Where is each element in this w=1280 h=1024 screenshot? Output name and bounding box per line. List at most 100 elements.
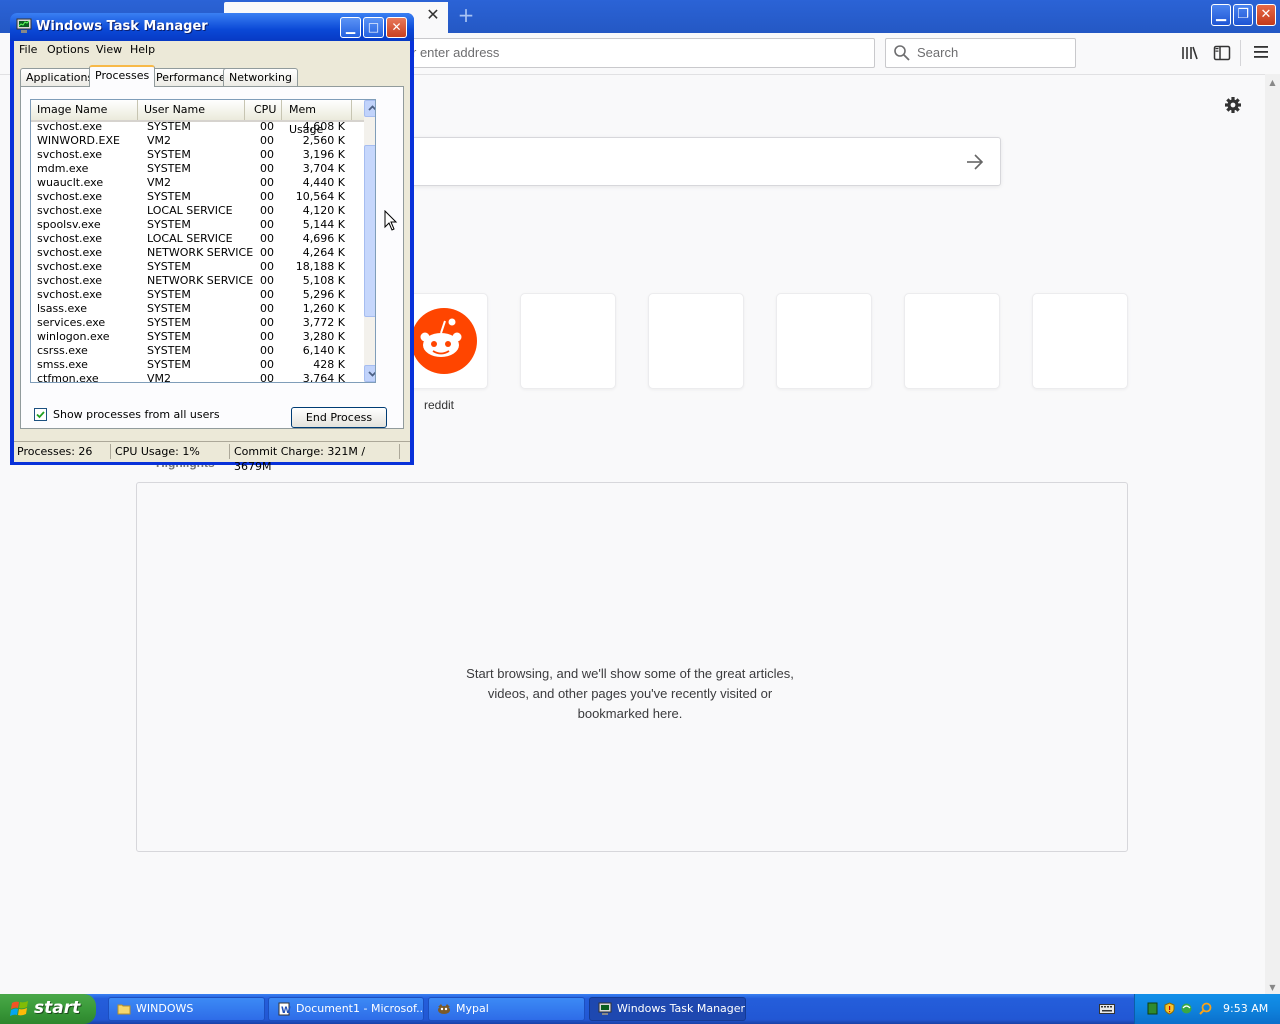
- taskbar-item-mypal[interactable]: Mypal: [428, 997, 585, 1021]
- table-row[interactable]: svchost.exe NETWORK SERVICE 00 4,264 K: [31, 246, 364, 260]
- column-user-name[interactable]: User Name: [138, 100, 245, 120]
- browser-minimize-button[interactable]: ▁: [1211, 4, 1231, 26]
- start-label[interactable]: start: [34, 998, 80, 1018]
- top-site-empty[interactable]: [648, 293, 744, 389]
- hamburger-menu-icon[interactable]: [1253, 44, 1269, 60]
- tray-app-icon[interactable]: [1146, 1002, 1159, 1015]
- menu-options[interactable]: Options: [47, 43, 89, 56]
- end-process-button[interactable]: End Process: [291, 407, 387, 428]
- taskbar-item-task-manager[interactable]: Windows Task Manager: [589, 997, 746, 1021]
- process-cpu: 00: [260, 274, 274, 287]
- table-row[interactable]: mdm.exe SYSTEM 00 3,704 K: [31, 162, 364, 176]
- process-name: svchost.exe: [37, 288, 103, 301]
- gear-icon[interactable]: [1222, 94, 1244, 116]
- tab-performance[interactable]: Performance: [150, 68, 232, 86]
- show-all-users-checkbox[interactable]: [34, 408, 47, 421]
- top-site-empty[interactable]: [776, 293, 872, 389]
- table-row[interactable]: svchost.exe NETWORK SERVICE 00 5,108 K: [31, 274, 364, 288]
- process-user: LOCAL SERVICE: [147, 232, 233, 245]
- minimize-button[interactable]: ▁: [340, 17, 361, 38]
- status-commit-charge: Commit Charge: 321M / 3679M: [230, 444, 400, 473]
- process-user: NETWORK SERVICE: [147, 274, 254, 287]
- process-mem: 4,264 K: [302, 246, 345, 259]
- menu-view[interactable]: View: [96, 43, 122, 56]
- taskbar-item-label: WINDOWS: [136, 1002, 194, 1015]
- table-row[interactable]: smss.exe SYSTEM 00 428 K: [31, 358, 364, 372]
- taskbar-item-document1[interactable]: W Document1 - Microsof...: [268, 997, 424, 1021]
- highlights-empty-message: Start browsing, and we'll show some of t…: [440, 664, 820, 724]
- top-site-empty[interactable]: [1032, 293, 1128, 389]
- process-name: svchost.exe: [37, 148, 103, 161]
- process-name: spoolsv.exe: [37, 218, 101, 231]
- taskbar-item-windows[interactable]: WINDOWS: [108, 997, 265, 1021]
- scroll-up-icon[interactable]: ▲: [1268, 78, 1277, 87]
- page-scrollbar[interactable]: [1265, 74, 1280, 996]
- arrow-right-icon[interactable]: [964, 151, 986, 173]
- library-icon[interactable]: [1181, 44, 1199, 62]
- process-list-scrollbar[interactable]: [364, 100, 375, 382]
- top-site-label[interactable]: reddit: [424, 398, 454, 412]
- security-shield-icon[interactable]: [1163, 1002, 1176, 1015]
- column-image-name[interactable]: Image Name: [31, 100, 138, 120]
- table-row[interactable]: lsass.exe SYSTEM 00 1,260 K: [31, 302, 364, 316]
- search-tray-icon[interactable]: [1199, 1002, 1212, 1015]
- scrollbar-thumb[interactable]: [364, 145, 375, 317]
- table-row[interactable]: svchost.exe LOCAL SERVICE 00 4,120 K: [31, 204, 364, 218]
- scroll-down-icon[interactable]: ▼: [1268, 983, 1277, 992]
- toolbar-separator: [1240, 40, 1241, 66]
- network-icon[interactable]: [1180, 1002, 1193, 1015]
- table-row[interactable]: svchost.exe SYSTEM 00 18,188 K: [31, 260, 364, 274]
- show-all-users-label[interactable]: Show processes from all users: [53, 408, 220, 421]
- tab-applications[interactable]: Applications: [20, 68, 100, 86]
- tab-processes[interactable]: Processes: [89, 65, 156, 87]
- process-cpu: 00: [260, 260, 274, 273]
- table-row[interactable]: wuauclt.exe VM2 00 4,440 K: [31, 176, 364, 190]
- table-row[interactable]: svchost.exe SYSTEM 00 5,296 K: [31, 288, 364, 302]
- search-placeholder: Search: [917, 45, 959, 60]
- table-row[interactable]: winlogon.exe SYSTEM 00 3,280 K: [31, 330, 364, 344]
- process-name: svchost.exe: [37, 274, 103, 287]
- top-site-empty[interactable]: [904, 293, 1000, 389]
- browser-restore-button[interactable]: ❐: [1233, 4, 1253, 26]
- column-cpu[interactable]: CPU: [245, 100, 282, 120]
- table-row[interactable]: svchost.exe LOCAL SERVICE 00 4,696 K: [31, 232, 364, 246]
- keyboard-language-icon[interactable]: [1099, 1003, 1115, 1015]
- process-name: winlogon.exe: [37, 330, 110, 343]
- process-mem: 3,772 K: [302, 316, 345, 329]
- process-name: csrss.exe: [37, 344, 88, 357]
- table-row[interactable]: ctfmon.exe VM2 00 3,764 K: [31, 372, 364, 382]
- process-name: svchost.exe: [37, 120, 103, 133]
- process-user: NETWORK SERVICE: [147, 246, 254, 259]
- mypal-icon: [438, 1004, 450, 1014]
- scroll-up-button[interactable]: [364, 100, 375, 117]
- tab-close-icon[interactable]: ✕: [424, 6, 442, 24]
- table-row[interactable]: csrss.exe SYSTEM 00 6,140 K: [31, 344, 364, 358]
- table-row[interactable]: svchost.exe SYSTEM 00 10,564 K: [31, 190, 364, 204]
- process-name: svchost.exe: [37, 204, 103, 217]
- scroll-down-button[interactable]: [364, 365, 375, 382]
- search-input[interactable]: [885, 38, 1076, 68]
- close-button[interactable]: ✕: [386, 17, 407, 38]
- process-list[interactable]: Image Name User Name CPU Mem Usage svcho…: [30, 99, 376, 383]
- task-manager-body: File Options View Help Applications Proc…: [14, 41, 410, 473]
- task-manager-titlebar[interactable]: Windows Task Manager ▁ □ ✕: [10, 13, 414, 41]
- table-row[interactable]: WINWORD.EXE VM2 00 2,560 K: [31, 134, 364, 148]
- table-row[interactable]: spoolsv.exe SYSTEM 00 5,144 K: [31, 218, 364, 232]
- sidebar-icon[interactable]: [1213, 44, 1231, 62]
- table-row[interactable]: svchost.exe SYSTEM 00 4,608 K: [31, 120, 364, 134]
- process-rows: svchost.exe SYSTEM 00 4,608 K WINWORD.EXE VM2…: [31, 120, 364, 382]
- clock[interactable]: 9:53 AM: [1223, 1002, 1268, 1015]
- browser-close-button[interactable]: ✕: [1256, 4, 1276, 26]
- new-tab-button[interactable]: +: [456, 4, 476, 26]
- page-search-box[interactable]: [410, 137, 1001, 186]
- process-mem: 3,704 K: [302, 162, 345, 175]
- table-row[interactable]: svchost.exe SYSTEM 00 3,196 K: [31, 148, 364, 162]
- top-site-empty[interactable]: [520, 293, 616, 389]
- column-mem-usage[interactable]: Mem Usage: [282, 100, 352, 136]
- tab-networking[interactable]: Networking: [223, 68, 298, 86]
- process-cpu: 00: [260, 162, 274, 175]
- menu-file[interactable]: File: [19, 43, 37, 56]
- table-row[interactable]: services.exe SYSTEM 00 3,772 K: [31, 316, 364, 330]
- maximize-button[interactable]: □: [363, 17, 384, 38]
- menu-help[interactable]: Help: [130, 43, 155, 56]
